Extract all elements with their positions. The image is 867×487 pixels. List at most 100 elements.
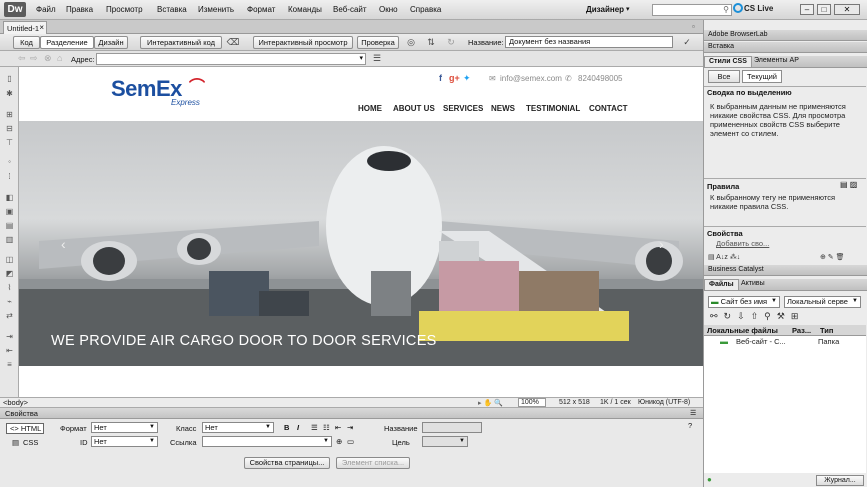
bold-button[interactable]: B bbox=[284, 423, 289, 432]
format-source-icon[interactable]: ≡ bbox=[4, 360, 15, 369]
collapse-tag-icon[interactable]: ✱ bbox=[4, 89, 15, 98]
line-numbers-icon[interactable]: ⁞ bbox=[4, 172, 15, 181]
col-local-files[interactable]: Локальные файлы bbox=[707, 326, 778, 335]
col-size[interactable]: Раз... bbox=[792, 326, 811, 335]
hero-slider[interactable]: ‹ › WE PROVIDE AIR CARGO DOOR TO DOOR SE… bbox=[19, 121, 703, 366]
browserlab-header[interactable]: Adobe BrowserLab bbox=[704, 30, 867, 41]
panel-menu-icon[interactable]: ☰ bbox=[690, 409, 696, 417]
google-plus-icon[interactable]: g+ bbox=[449, 73, 460, 83]
address-input[interactable]: ▾ bbox=[96, 53, 366, 65]
ordered-list-icon[interactable]: ☷ bbox=[323, 423, 330, 432]
inspect-browser-icon[interactable]: ⌫ bbox=[226, 36, 240, 49]
code-view-button[interactable]: Код bbox=[13, 36, 40, 49]
properties-header[interactable] bbox=[0, 408, 703, 419]
cs-live-button[interactable]: CS Live bbox=[744, 4, 773, 13]
menu-commands[interactable]: Команды bbox=[288, 5, 322, 14]
files-list-area[interactable] bbox=[704, 347, 866, 473]
nav-testimonial[interactable]: TESTIMONIAL bbox=[526, 104, 580, 113]
nav-news[interactable]: NEWS bbox=[491, 104, 515, 113]
menu-file[interactable]: Файл bbox=[36, 5, 56, 14]
menu-help[interactable]: Справка bbox=[410, 5, 441, 14]
move-css-icon[interactable]: ⇄ bbox=[4, 311, 15, 320]
indent-button-icon[interactable]: ⇥ bbox=[347, 423, 353, 432]
css-edit-icons[interactable]: ⊕ ✎ 🗑 bbox=[820, 253, 845, 261]
menu-view[interactable]: Просмотр bbox=[106, 5, 143, 14]
browse-folder-icon[interactable]: ▭ bbox=[347, 437, 354, 446]
outdent-button-icon[interactable]: ⇤ bbox=[335, 423, 341, 432]
minimize-icon[interactable]: – bbox=[800, 4, 814, 15]
log-button[interactable]: Журнал... bbox=[816, 475, 864, 486]
slider-prev-icon[interactable]: ‹ bbox=[61, 236, 66, 252]
facebook-icon[interactable]: f bbox=[439, 73, 442, 83]
italic-button[interactable]: I bbox=[297, 423, 299, 432]
link-input[interactable]: ▼ bbox=[202, 436, 332, 447]
id-select[interactable]: Нет ▼ bbox=[91, 436, 158, 447]
css-mode-icon[interactable]: ▤ bbox=[12, 438, 19, 447]
point-to-file-icon[interactable]: ⊕ bbox=[336, 437, 342, 446]
apply-comment-icon[interactable]: ◫ bbox=[4, 255, 15, 264]
select-parent-tag-icon[interactable]: ⊤ bbox=[4, 138, 15, 147]
refresh-icon[interactable]: ↻ bbox=[444, 36, 458, 49]
menu-site[interactable]: Веб-сайт bbox=[333, 5, 367, 14]
help-icon[interactable]: ? bbox=[688, 421, 692, 430]
forward-icon[interactable]: ⇨ bbox=[30, 53, 38, 64]
stop-icon[interactable]: ⊗ bbox=[44, 53, 52, 64]
maximize-icon[interactable]: □ bbox=[817, 4, 831, 15]
current-mode-button[interactable]: Текущий bbox=[742, 70, 782, 83]
indent-icon[interactable]: ⇥ bbox=[4, 332, 15, 341]
tab-css-styles[interactable]: Стили CSS bbox=[704, 56, 752, 67]
window-size[interactable]: 512 x 518 bbox=[559, 399, 590, 406]
twitter-icon[interactable]: ✦ bbox=[463, 73, 471, 84]
page-properties-button[interactable]: Свойства страницы... bbox=[244, 457, 330, 469]
nav-services[interactable]: SERVICES bbox=[443, 104, 483, 113]
list-item-button[interactable]: Элемент списка... bbox=[336, 457, 410, 469]
menu-edit[interactable]: Правка bbox=[66, 5, 93, 14]
nav-about[interactable]: ABOUT US bbox=[393, 104, 435, 113]
html-mode-button[interactable]: <> HTML bbox=[6, 423, 44, 434]
rules-view-icon[interactable]: ▤ ▨ bbox=[840, 180, 857, 189]
help-search-input[interactable]: ⚲ bbox=[652, 4, 732, 16]
workspace-switcher[interactable]: Дизайнер bbox=[586, 5, 624, 14]
back-icon[interactable]: ⇦ bbox=[18, 53, 26, 64]
tab-files[interactable]: Файлы bbox=[704, 279, 739, 290]
wrap-tag-icon[interactable]: ⌇ bbox=[4, 283, 15, 292]
menu-insert[interactable]: Вставка bbox=[157, 5, 187, 14]
balance-braces-icon[interactable]: ◦ bbox=[4, 157, 15, 166]
syntax-error-icon[interactable]: ▣ bbox=[4, 207, 15, 216]
site-email[interactable]: info@semex.com bbox=[500, 74, 562, 83]
menu-window[interactable]: Окно bbox=[379, 5, 398, 14]
view-options-icon[interactable]: ☰ bbox=[373, 53, 381, 64]
add-property-link[interactable]: Добавить сво... bbox=[716, 239, 769, 248]
design-view-button[interactable]: Дизайн bbox=[94, 36, 128, 49]
files-row-site[interactable]: ▬ Веб-сайт - С... Папка bbox=[704, 336, 866, 347]
collapse-selection-icon[interactable]: ⊞ bbox=[4, 110, 15, 119]
live-view-button[interactable]: Интерактивный просмотр bbox=[253, 36, 353, 49]
home-icon[interactable]: ⌂ bbox=[57, 53, 62, 63]
nav-home[interactable]: HOME bbox=[358, 104, 382, 113]
remove-comment-icon[interactable]: ◩ bbox=[4, 269, 15, 278]
unordered-list-icon[interactable]: ☰ bbox=[311, 423, 318, 432]
menu-modify[interactable]: Изменить bbox=[198, 5, 234, 14]
insert-header[interactable]: Вставка bbox=[704, 42, 867, 53]
file-management-icon[interactable]: ⇅ bbox=[424, 36, 438, 49]
zoom-select[interactable]: 100% bbox=[518, 398, 546, 407]
chevron-down-icon[interactable]: ▾ bbox=[626, 5, 630, 13]
highlight-invalid-icon[interactable]: ◧ bbox=[4, 193, 15, 202]
live-code-button[interactable]: Интерактивный код bbox=[140, 36, 222, 49]
view-select[interactable]: Локальный серве ▼ bbox=[784, 296, 861, 308]
tag-selector-body[interactable]: <body> bbox=[3, 398, 28, 407]
target-select[interactable]: ▼ bbox=[422, 436, 468, 447]
expand-all-icon[interactable]: ⊟ bbox=[4, 124, 15, 133]
inspect-button[interactable]: Проверка bbox=[357, 36, 399, 49]
format-select[interactable]: Нет ▼ bbox=[91, 422, 158, 433]
title-field-input[interactable] bbox=[422, 422, 482, 433]
files-toolbar-icons[interactable]: ⚯↻⇩⇧⚲⚒⊞ bbox=[710, 311, 804, 322]
class-select[interactable]: Нет ▼ bbox=[202, 422, 274, 433]
open-documents-icon[interactable]: ▯ bbox=[4, 74, 15, 83]
all-mode-button[interactable]: Все bbox=[708, 70, 740, 83]
document-tab[interactable]: Untitled-1 × bbox=[3, 21, 47, 34]
slider-next-icon[interactable]: › bbox=[659, 236, 664, 252]
page-title-input[interactable]: Документ без названия bbox=[505, 36, 673, 48]
split-view-button[interactable]: Разделение bbox=[40, 36, 94, 49]
word-wrap-icon[interactable]: ▤ bbox=[4, 221, 15, 230]
